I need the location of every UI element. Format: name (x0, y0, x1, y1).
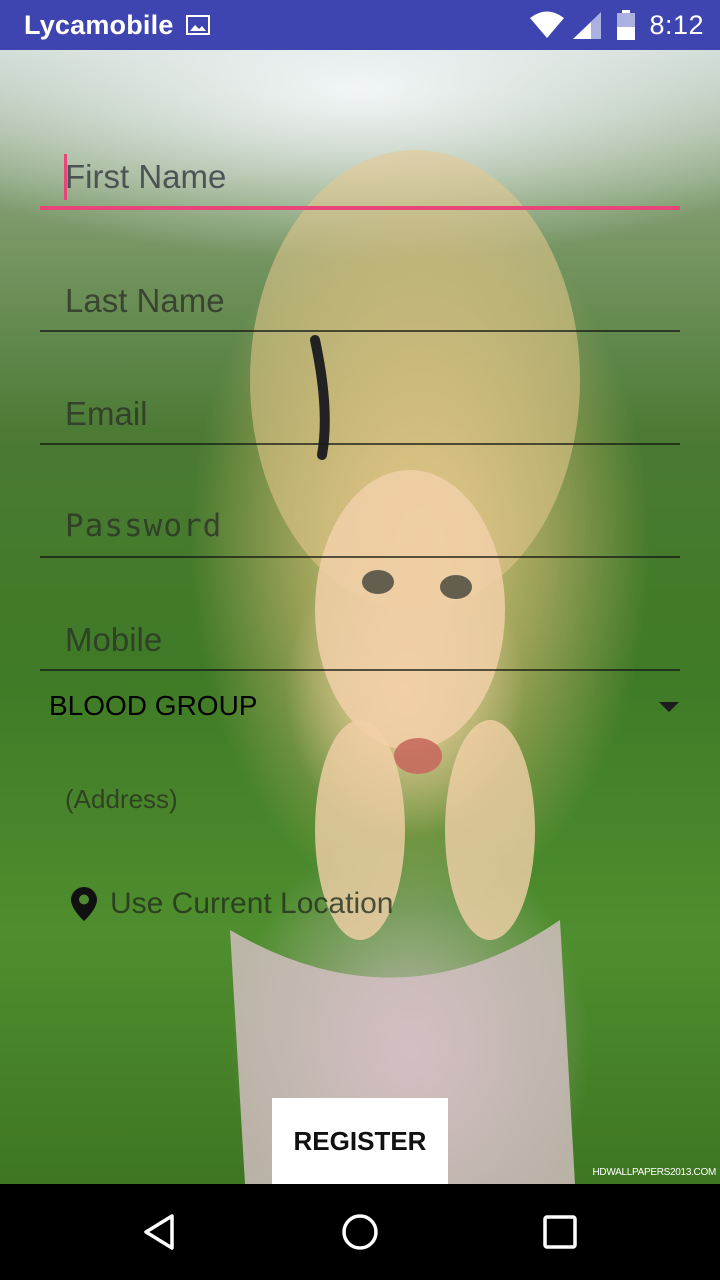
password-placeholder: Password (65, 508, 223, 544)
clock: 8:12 (649, 9, 704, 40)
recents-icon[interactable] (540, 1212, 580, 1252)
use-current-location-button[interactable]: Use Current Location (70, 886, 393, 922)
email-input[interactable]: Email (40, 385, 680, 445)
first-name-input[interactable]: First Name (40, 148, 680, 210)
last-name-placeholder: Last Name (65, 282, 225, 319)
blood-group-spinner[interactable]: BLOOD GROUP (49, 690, 689, 734)
email-placeholder: Email (65, 395, 148, 432)
password-underline (40, 556, 680, 558)
register-screen: HDWALLPAPERS2013.COM First Name Last Nam… (0, 50, 720, 1184)
wifi-icon (530, 11, 565, 38)
navigation-bar (0, 1184, 720, 1280)
register-button[interactable]: REGISTER (272, 1098, 448, 1184)
carrier-name: Lycamobile (24, 9, 174, 40)
mobile-underline (40, 669, 680, 671)
first-name-underline (40, 206, 680, 210)
mobile-input[interactable]: Mobile (40, 611, 680, 671)
use-current-location-label: Use Current Location (110, 887, 394, 920)
cell-signal-icon (573, 12, 602, 39)
status-bar: Lycamobile 8:12 (0, 0, 720, 50)
last-name-input[interactable]: Last Name (40, 272, 680, 332)
blood-group-label: BLOOD GROUP (49, 690, 258, 721)
password-input[interactable]: Password (40, 498, 680, 558)
home-icon[interactable] (340, 1212, 380, 1252)
watermark: HDWALLPAPERS2013.COM (592, 1167, 717, 1178)
mobile-placeholder: Mobile (65, 621, 163, 658)
dropdown-arrow-icon (659, 702, 679, 712)
gallery-icon (185, 15, 210, 35)
address-input[interactable]: (Address) (65, 784, 178, 815)
battery-icon (617, 10, 636, 40)
last-name-underline (40, 330, 680, 332)
email-underline (40, 443, 680, 445)
back-icon[interactable] (140, 1212, 180, 1252)
first-name-placeholder: First Name (65, 158, 227, 195)
location-pin-icon (71, 887, 97, 921)
